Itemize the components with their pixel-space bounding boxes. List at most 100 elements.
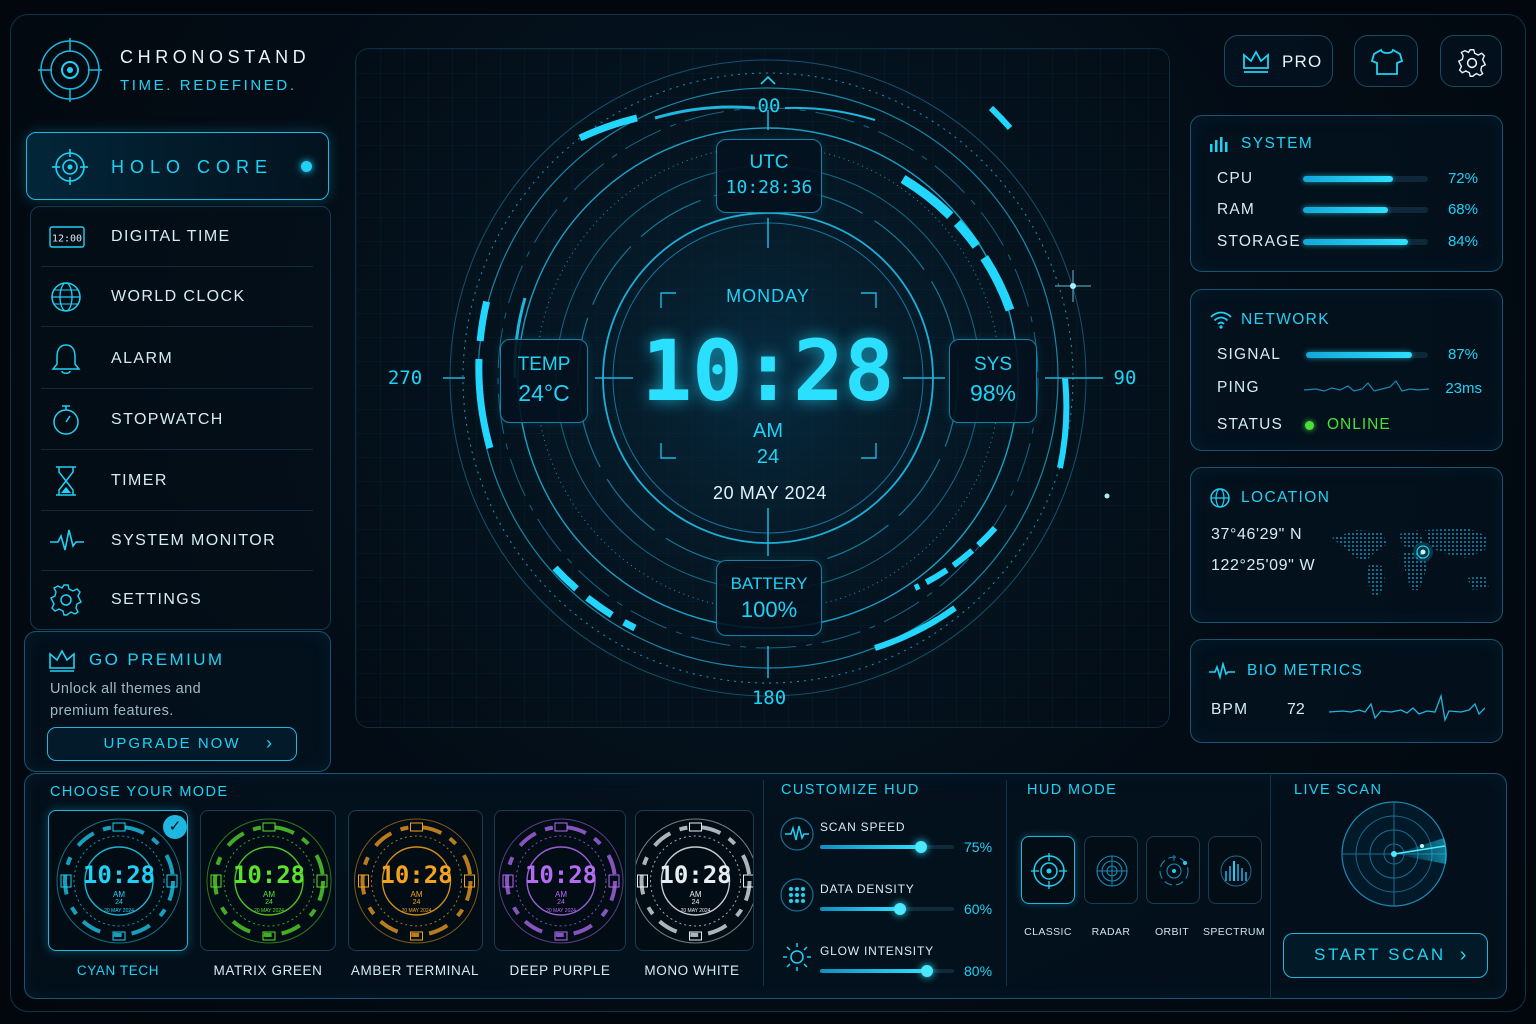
bpm-value: 72	[1287, 701, 1305, 718]
theme-preview-date: 20 MAY 2024	[104, 908, 134, 914]
theme-preview-seconds: 24	[557, 899, 565, 906]
utc-readout: UTC 10:28:36	[716, 139, 822, 213]
sidebar-item-system-monitor[interactable]: SYSTEM MONITOR	[41, 511, 313, 571]
utc-label: UTC	[749, 152, 789, 173]
location-panel: LOCATION 37°46'29" N 122°25'09" W	[1190, 467, 1503, 623]
sidebar-item-stopwatch[interactable]: STOPWATCH	[41, 390, 313, 450]
sidebar-item-world-clock[interactable]: WORLD CLOCK	[41, 267, 313, 327]
upgrade-now-label: UPGRADE NOW	[103, 735, 241, 752]
bell-icon	[51, 344, 81, 374]
latitude-value: 37°46'29" N	[1211, 526, 1303, 543]
theme-preview-seconds: 24	[115, 899, 123, 906]
sidebar-item-label: ALARM	[111, 350, 174, 367]
longitude-value: 122°25'09" W	[1211, 557, 1316, 574]
scan-speed-fill	[820, 841, 927, 853]
start-scan-label: START SCAN	[1314, 945, 1446, 964]
ping-label: PING	[1217, 379, 1260, 396]
glow-intensity-label: GLOW INTENSITY	[820, 944, 934, 958]
themes-button[interactable]	[1354, 35, 1418, 87]
scan-speed-label: SCAN SPEED	[820, 820, 906, 834]
orbit-icon	[1159, 855, 1189, 886]
temp-readout: TEMP 24°C	[500, 339, 588, 423]
ram-value: 68%	[1447, 201, 1478, 218]
spectrum-icon	[1220, 855, 1252, 887]
theme-preview-date: 20 MAY 2024	[401, 908, 432, 914]
hud-mode-title: HUD MODE	[1027, 782, 1118, 798]
hourglass-icon	[56, 466, 76, 496]
ping-sparkline	[1304, 380, 1429, 392]
theme-preview-seconds: 24	[412, 899, 421, 906]
stopwatch-icon	[53, 405, 79, 435]
sidebar-item-holo-core[interactable]: HOLO CORE	[26, 132, 329, 200]
ampm-label: AM	[753, 420, 783, 442]
storage-bar-fill	[1303, 239, 1408, 245]
upgrade-now-button[interactable]: UPGRADE NOW ›	[47, 727, 297, 761]
brand-tagline: TIME. REDEFINED.	[120, 77, 297, 94]
scan-speed-value: 75%	[964, 839, 993, 855]
cpu-label: CPU	[1217, 170, 1254, 187]
day-label: MONDAY	[726, 286, 810, 306]
hud-mode-spectrum[interactable]	[1208, 836, 1262, 904]
cpu-value: 72%	[1447, 170, 1478, 187]
hud-mode-classic[interactable]	[1021, 836, 1075, 904]
compass-south-label: 180	[751, 687, 787, 709]
main-time: 10:28	[641, 322, 895, 420]
hud-mode-orbit[interactable]	[1146, 836, 1200, 904]
cpu-bar	[1303, 176, 1428, 182]
wave-icon	[780, 817, 814, 851]
heartbeat-waveform	[1329, 693, 1485, 723]
compass-north-label: 00	[757, 95, 781, 117]
premium-title: GO PREMIUM	[89, 650, 225, 669]
globe-icon	[51, 282, 81, 312]
theme-card-amber-terminal[interactable]: 10:28 AM 24 20 MAY 2024	[348, 810, 483, 951]
hud-mode-spectrum-label: SPECTRUM	[1202, 926, 1266, 938]
data-density-value: 60%	[964, 901, 993, 917]
data-density-slider[interactable]	[820, 903, 954, 915]
grid-dots-icon	[780, 878, 814, 912]
sidebar-item-digital-time[interactable]: 12:00 DIGITAL TIME	[41, 207, 313, 267]
theme-card-deep-purple[interactable]: 10:28 AM 24 20 MAY 2024	[494, 810, 626, 951]
theme-label: MONO WHITE	[644, 963, 740, 978]
theme-preview-time: 10:28	[380, 861, 453, 889]
theme-preview-seconds: 24	[691, 899, 700, 906]
cpu-bar-fill	[1303, 176, 1393, 182]
sidebar-item-label: SETTINGS	[111, 591, 203, 608]
live-scan-title: LIVE SCAN	[1294, 782, 1383, 798]
network-title: NETWORK	[1241, 311, 1331, 328]
hud-mode-classic-label: CLASSIC	[1024, 926, 1072, 938]
sidebar-item-alarm[interactable]: ALARM	[41, 329, 313, 389]
premium-desc-line: Unlock all themes and	[50, 681, 202, 697]
hud-mode-radar[interactable]	[1084, 836, 1138, 904]
theme-label: MATRIX GREEN	[213, 963, 323, 978]
system-panel: SYSTEM CPU 72% RAM 68% STORAGE 84%	[1190, 115, 1503, 272]
glow-intensity-slider[interactable]	[820, 965, 954, 977]
temp-value: 24°C	[518, 380, 570, 406]
scan-speed-slider[interactable]	[820, 841, 954, 853]
brand: CHRONOSTAND TIME. REDEFINED.	[38, 38, 338, 102]
network-panel: NETWORK SIGNAL 87% PING 23ms STATUS ONLI…	[1190, 289, 1503, 451]
settings-button[interactable]	[1440, 35, 1502, 87]
active-indicator-dot	[301, 161, 312, 172]
target-icon	[1031, 853, 1067, 889]
sidebar-item-settings[interactable]: SETTINGS	[41, 570, 313, 630]
divider	[1006, 780, 1007, 986]
battery-readout: BATTERY 100%	[716, 560, 822, 636]
scan-speed-handle[interactable]	[914, 841, 927, 853]
theme-preview-ampm: AM	[410, 890, 423, 899]
pro-button[interactable]: PRO	[1224, 35, 1333, 87]
status-value: ONLINE	[1327, 416, 1391, 433]
sidebar-item-timer[interactable]: TIMER	[41, 451, 313, 511]
hud-mode-orbit-label: ORBIT	[1154, 926, 1190, 938]
premium-description: Unlock all themes and premium features.	[50, 678, 250, 722]
theme-card-mono-white[interactable]: 10:28 AM 24 20 MAY 2024	[635, 810, 754, 951]
data-density-label: DATA DENSITY	[820, 882, 915, 896]
start-scan-button[interactable]: START SCAN ›	[1283, 933, 1488, 978]
theme-card-matrix-green[interactable]: 10:28 AM 24 20 MAY 2024	[200, 810, 336, 951]
theme-preview-time: 10:28	[659, 861, 732, 889]
signal-bar	[1306, 352, 1428, 358]
crown-icon	[1243, 50, 1269, 73]
theme-preview-ampm: AM	[555, 890, 567, 899]
theme-preview-time: 10:28	[232, 861, 306, 889]
theme-preview-time: 10:28	[82, 861, 156, 889]
world-map-icon	[1332, 528, 1489, 598]
